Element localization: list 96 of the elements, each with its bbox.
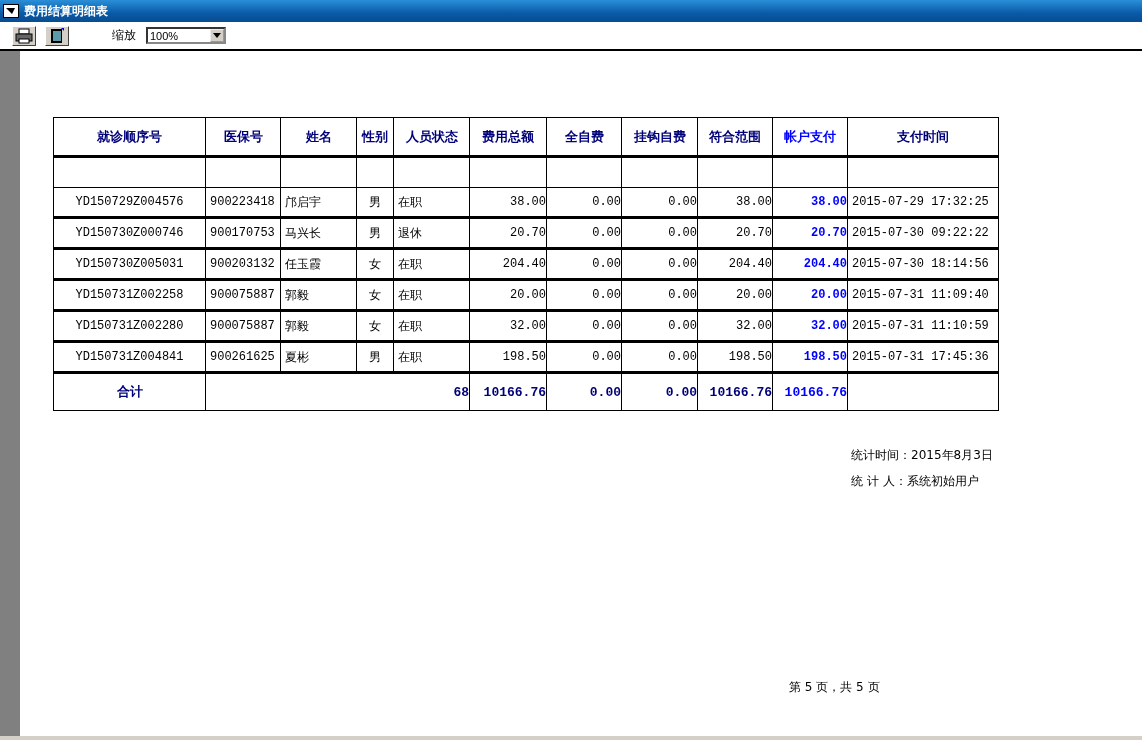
table-cell: 在职 bbox=[393, 248, 470, 280]
total-cell: 0.00 bbox=[621, 372, 698, 411]
table-cell: 邝启宇 bbox=[280, 187, 357, 218]
table-cell: 2015-07-31 11:10:59 bbox=[847, 310, 999, 342]
table-cell: 男 bbox=[356, 341, 394, 373]
zoom-label: 缩放 bbox=[112, 27, 136, 44]
table-cell: 198.50 bbox=[697, 341, 773, 373]
total-label: 合计 bbox=[53, 372, 206, 411]
column-header: 符合范围 bbox=[697, 117, 773, 157]
column-header: 支付时间 bbox=[847, 117, 999, 157]
table-cell: 900261625 bbox=[205, 341, 281, 373]
column-header: 帐户支付 bbox=[772, 117, 848, 157]
column-header: 人员状态 bbox=[393, 117, 470, 157]
notebook-icon bbox=[50, 27, 64, 44]
table-cell: 0.00 bbox=[621, 217, 698, 249]
table-cell: 900170753 bbox=[205, 217, 281, 249]
table-cell: YD150729Z004576 bbox=[53, 187, 206, 218]
app-icon bbox=[3, 4, 19, 18]
table-cell: 900223418 bbox=[205, 187, 281, 218]
table-cell: 32.00 bbox=[697, 310, 773, 342]
table-cell: 在职 bbox=[393, 187, 470, 218]
table-cell: 20.70 bbox=[772, 217, 848, 249]
table-cell: 20.00 bbox=[697, 279, 773, 311]
table-cell: 20.00 bbox=[772, 279, 848, 311]
column-header: 医保号 bbox=[205, 117, 281, 157]
table-cell: 204.40 bbox=[697, 248, 773, 280]
table-cell: 38.00 bbox=[772, 187, 848, 218]
table-cell: 郭毅 bbox=[280, 310, 357, 342]
table-cell: 20.70 bbox=[697, 217, 773, 249]
table-cell: 在职 bbox=[393, 279, 470, 311]
total-cell: 0.00 bbox=[546, 372, 622, 411]
table-cell: 男 bbox=[356, 217, 394, 249]
total-cell: 10166.76 bbox=[772, 372, 848, 411]
table-cell: 在职 bbox=[393, 310, 470, 342]
table-cell: 2015-07-29 17:32:25 bbox=[847, 187, 999, 218]
table-cell: 0.00 bbox=[546, 279, 622, 311]
total-cell: 10166.76 bbox=[469, 372, 547, 411]
table-cell: 0.00 bbox=[546, 217, 622, 249]
table-cell: 0.00 bbox=[546, 341, 622, 373]
table-cell: 2015-07-31 11:09:40 bbox=[847, 279, 999, 311]
table-cell: 0.00 bbox=[546, 187, 622, 218]
table-cell: YD150730Z000746 bbox=[53, 217, 206, 249]
table-cell: 0.00 bbox=[546, 310, 622, 342]
table-cell: 0.00 bbox=[621, 310, 698, 342]
window-title: 费用结算明细表 bbox=[24, 2, 108, 20]
stat-person: 统 计 人：系统初始用户 bbox=[851, 473, 979, 490]
zoom-select[interactable]: 100% bbox=[146, 27, 226, 44]
table-cell: 2015-07-31 17:45:36 bbox=[847, 341, 999, 373]
column-header: 性别 bbox=[356, 117, 394, 157]
table-cell: 女 bbox=[356, 279, 394, 311]
table-cell: 900203132 bbox=[205, 248, 281, 280]
caret-icon bbox=[213, 33, 221, 38]
printer-icon bbox=[15, 27, 33, 44]
column-header: 挂钩自费 bbox=[621, 117, 698, 157]
table-cell: 女 bbox=[356, 248, 394, 280]
table-cell: 2015-07-30 09:22:22 bbox=[847, 217, 999, 249]
page-number: 第 5 页，共 5 页 bbox=[789, 679, 880, 696]
table-cell: 38.00 bbox=[469, 187, 547, 218]
table-cell: 20.00 bbox=[469, 279, 547, 311]
table-cell: 夏彬 bbox=[280, 341, 357, 373]
column-header: 就诊顺序号 bbox=[53, 117, 206, 157]
table-cell: 198.50 bbox=[772, 341, 848, 373]
table-cell: 任玉霞 bbox=[280, 248, 357, 280]
table-cell: 198.50 bbox=[469, 341, 547, 373]
table-cell: 0.00 bbox=[621, 248, 698, 280]
table-cell: 2015-07-30 18:14:56 bbox=[847, 248, 999, 280]
table-cell: YD150731Z004841 bbox=[53, 341, 206, 373]
table-cell: 郭毅 bbox=[280, 279, 357, 311]
table-cell: 0.00 bbox=[621, 341, 698, 373]
table-cell: 32.00 bbox=[772, 310, 848, 342]
total-cell: 10166.76 bbox=[697, 372, 773, 411]
table-cell: 0.00 bbox=[621, 279, 698, 311]
table-cell: YD150730Z005031 bbox=[53, 248, 206, 280]
table-cell: 20.70 bbox=[469, 217, 547, 249]
table-cell: 退休 bbox=[393, 217, 470, 249]
table-cell: 0.00 bbox=[546, 248, 622, 280]
toolbar-button[interactable] bbox=[45, 25, 69, 46]
table-cell: 204.40 bbox=[469, 248, 547, 280]
table-cell: 男 bbox=[356, 187, 394, 218]
table-cell: 900075887 bbox=[205, 310, 281, 342]
table-cell: 马兴长 bbox=[280, 217, 357, 249]
table-cell: 32.00 bbox=[469, 310, 547, 342]
table-cell: 38.00 bbox=[697, 187, 773, 218]
column-header: 费用总额 bbox=[469, 117, 547, 157]
table-cell: YD150731Z002258 bbox=[53, 279, 206, 311]
print-button[interactable] bbox=[12, 25, 36, 46]
table-cell: 女 bbox=[356, 310, 394, 342]
column-header: 全自费 bbox=[546, 117, 622, 157]
total-count: 68 bbox=[205, 372, 470, 411]
column-header: 姓名 bbox=[280, 117, 357, 157]
table-cell: 900075887 bbox=[205, 279, 281, 311]
table-cell: YD150731Z002280 bbox=[53, 310, 206, 342]
table-cell: 0.00 bbox=[621, 187, 698, 218]
stat-time: 统计时间：2015年8月3日 bbox=[851, 447, 993, 464]
table-cell: 204.40 bbox=[772, 248, 848, 280]
table-cell: 在职 bbox=[393, 341, 470, 373]
